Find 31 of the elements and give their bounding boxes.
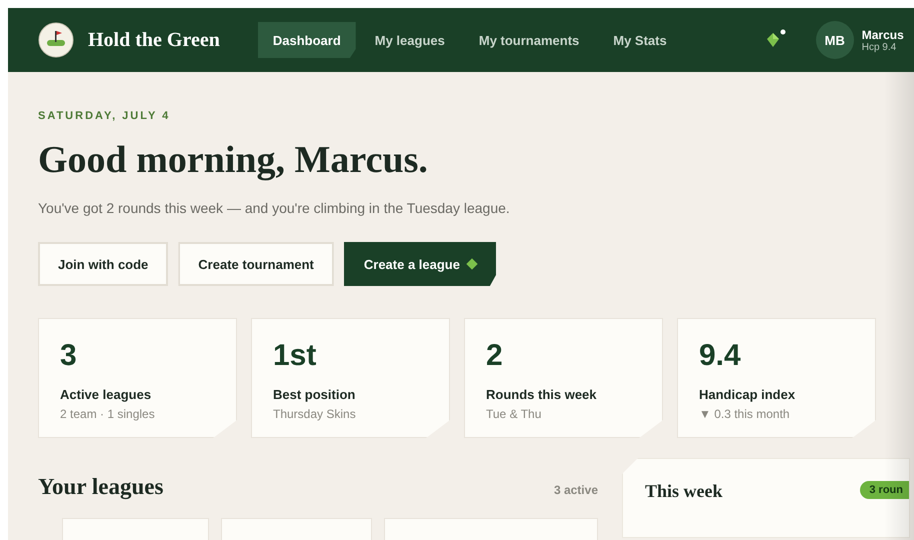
action-button[interactable]: Join with code [38, 242, 168, 286]
action-button[interactable]: Create a league [344, 242, 496, 286]
action-button[interactable]: Create tournament [178, 242, 334, 286]
panel-heading: This week [645, 481, 723, 502]
user-name: Marcus [862, 28, 904, 42]
stat-label: Rounds this week [486, 387, 597, 402]
nav-tab[interactable]: My leagues [360, 22, 460, 58]
stat-label: Active leagues [60, 387, 152, 402]
stat-value: 2 [486, 339, 503, 373]
stat-label: Best position [273, 387, 356, 402]
rounds-badge: 3 roun [860, 481, 909, 499]
league-count: 3 active [554, 483, 598, 497]
nav-tab[interactable]: Dashboard [258, 22, 356, 58]
stat-label: Handicap index [699, 387, 796, 402]
summary-text: You've got 2 rounds this week — and you're climbing in the Tuesday league. [38, 200, 511, 216]
stat-value: 1st [273, 339, 316, 373]
user-handicap: Hcp 9.4 [862, 42, 898, 52]
brand-name: Hold the Green [88, 28, 220, 52]
stat-detail: Tue & Thu [486, 407, 542, 421]
stat-value: 3 [60, 339, 77, 373]
date-label: SATURDAY, JULY 4 [38, 110, 172, 122]
nav-tab[interactable]: My Stats [598, 22, 682, 58]
stat-detail: 2 team · 1 singles [60, 407, 155, 421]
greeting-heading: Good morning, Marcus. [38, 138, 429, 182]
stat-detail: ▼ 0.3 this month [699, 407, 790, 421]
logo-icon [38, 22, 74, 58]
section-heading: Your leagues [38, 474, 164, 500]
nav-tab[interactable]: My tournaments [464, 22, 594, 58]
user-avatar[interactable]: MB [816, 21, 854, 59]
stat-value: 9.4 [699, 339, 741, 373]
stat-detail: Thursday Skins [273, 407, 356, 421]
